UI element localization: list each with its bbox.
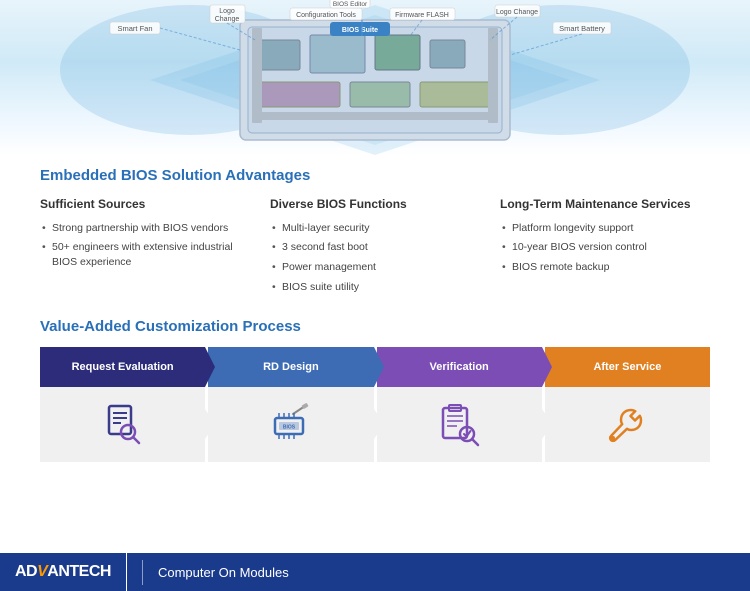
footer-logo-tech: ANTECH xyxy=(47,563,111,580)
footer-logo: ADVANTECH xyxy=(15,563,111,581)
list-item: 50+ engineers with extensive industrial … xyxy=(40,240,250,269)
value-added-section: Value-Added Customization Process Reques… xyxy=(40,318,710,462)
step-verification: Verification xyxy=(377,347,542,462)
svg-text:BIOS Editor: BIOS Editor xyxy=(333,1,368,8)
col-sufficient-sources-list: Strong partnership with BIOS vendors 50+… xyxy=(40,221,250,270)
step-body-verification xyxy=(377,387,542,462)
step-body-arrow-3 xyxy=(542,409,552,439)
step-label-after: After Service xyxy=(593,361,661,373)
footer: ADVANTECH Computer On Modules xyxy=(0,553,750,591)
step-body-arrow-2 xyxy=(374,409,384,439)
step-rd-design: RD Design BIOS xyxy=(208,347,373,462)
footer-logo-ad: AD xyxy=(15,563,37,580)
svg-text:BIOS Suite: BIOS Suite xyxy=(342,27,378,34)
step-request-evaluation: Request Evaluation xyxy=(40,347,205,462)
advantages-title: Embedded BIOS Solution Advantages xyxy=(40,167,710,184)
list-item: 10-year BIOS version control xyxy=(500,240,710,255)
svg-text:Firmware FLASH: Firmware FLASH xyxy=(395,12,449,19)
step-label-request: Request Evaluation xyxy=(72,361,174,373)
col-long-term-list: Platform longevity support 10-year BIOS … xyxy=(500,221,710,275)
diagram-svg: BIOS Suite Configuration Tools Firmware … xyxy=(0,0,750,155)
wrench-icon xyxy=(603,400,651,448)
list-item: 3 second fast boot xyxy=(270,240,480,255)
footer-divider xyxy=(142,560,143,585)
svg-text:BIOS: BIOS xyxy=(283,425,296,431)
step-after-service: After Service xyxy=(545,347,710,462)
magnify-check-icon xyxy=(435,400,483,448)
list-item: BIOS remote backup xyxy=(500,260,710,275)
step-header-request: Request Evaluation xyxy=(40,347,205,387)
svg-text:Smart Battery: Smart Battery xyxy=(559,24,605,33)
step-arrow-rd xyxy=(374,347,384,387)
col-long-term-title: Long-Term Maintenance Services xyxy=(500,196,710,213)
col-diverse-bios: Diverse BIOS Functions Multi-layer secur… xyxy=(270,196,500,300)
step-label-verification: Verification xyxy=(429,361,488,373)
svg-text:Change: Change xyxy=(215,16,240,23)
search-doc-icon xyxy=(99,400,147,448)
step-label-rd: RD Design xyxy=(263,361,319,373)
step-body-request xyxy=(40,387,205,462)
col-sufficient-sources-title: Sufficient Sources xyxy=(40,196,250,213)
list-item: Multi-layer security xyxy=(270,221,480,236)
footer-logo-box: ADVANTECH xyxy=(0,553,127,591)
col-long-term: Long-Term Maintenance Services Platform … xyxy=(500,196,710,300)
col-diverse-bios-title: Diverse BIOS Functions xyxy=(270,196,480,213)
footer-logo-van: V xyxy=(37,563,47,580)
step-header-rd: RD Design xyxy=(208,347,373,387)
advantages-grid: Sufficient Sources Strong partnership wi… xyxy=(40,196,710,300)
footer-subtitle: Computer On Modules xyxy=(158,565,289,580)
col-diverse-bios-list: Multi-layer security 3 second fast boot … xyxy=(270,221,480,295)
list-item: Platform longevity support xyxy=(500,221,710,236)
step-body-arrow-1 xyxy=(205,409,215,439)
bios-chip-icon: BIOS xyxy=(267,400,315,448)
list-item: Power management xyxy=(270,260,480,275)
step-body-after xyxy=(545,387,710,462)
svg-text:Logo Change: Logo Change xyxy=(496,9,538,16)
process-steps: Request Evaluation xyxy=(40,347,710,462)
step-body-rd: BIOS xyxy=(208,387,373,462)
svg-text:Smart Fan: Smart Fan xyxy=(117,24,152,33)
svg-text:Configuration Tools: Configuration Tools xyxy=(296,12,356,19)
step-arrow-verification xyxy=(542,347,552,387)
list-item: BIOS suite utility xyxy=(270,280,480,295)
main-content: Embedded BIOS Solution Advantages Suffic… xyxy=(0,155,750,470)
process-title: Value-Added Customization Process xyxy=(40,318,710,335)
step-header-after: After Service xyxy=(545,347,710,387)
step-arrow-request xyxy=(205,347,215,387)
svg-text:Logo: Logo xyxy=(219,8,235,15)
col-sufficient-sources: Sufficient Sources Strong partnership wi… xyxy=(40,196,270,300)
diagram-area: BIOS Suite Configuration Tools Firmware … xyxy=(0,0,750,155)
list-item: Strong partnership with BIOS vendors xyxy=(40,221,250,236)
step-header-verification: Verification xyxy=(377,347,542,387)
